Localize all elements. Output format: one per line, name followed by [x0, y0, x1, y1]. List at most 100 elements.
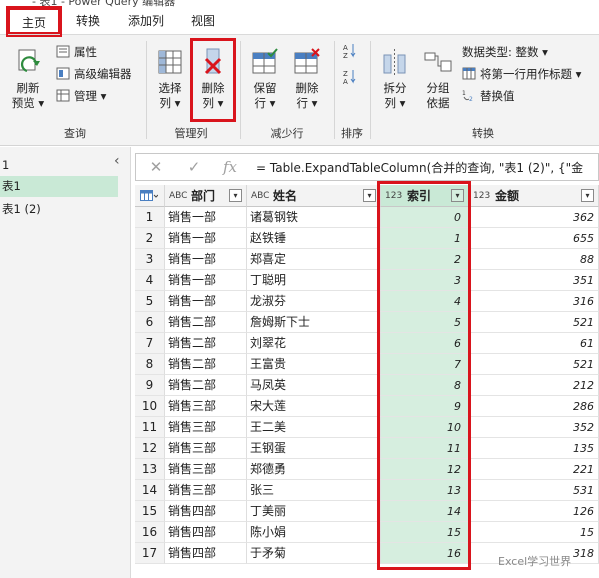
filter-dropdown-icon[interactable]: ▾ — [581, 189, 594, 202]
table-row[interactable]: 3 销售一部 郑喜定 2 88 — [135, 249, 599, 270]
table-row[interactable]: 10 销售三部 宋大莲 9 286 — [135, 396, 599, 417]
cell-name[interactable]: 张三 — [247, 480, 381, 501]
choose-columns-button[interactable]: 选择 列 ▾ — [152, 47, 188, 111]
sort-descending-button[interactable]: ZA — [343, 69, 361, 87]
cell-amount[interactable]: 88 — [469, 249, 599, 270]
cell-department[interactable]: 销售一部 — [165, 228, 247, 249]
row-number[interactable]: 14 — [135, 480, 165, 501]
table-row[interactable]: 16 销售四部 陈小娟 15 15 — [135, 522, 599, 543]
data-type-dropdown[interactable]: 数据类型: 整数 ▾ — [462, 44, 548, 60]
cell-name[interactable]: 郑德勇 — [247, 459, 381, 480]
cell-amount[interactable]: 531 — [469, 480, 599, 501]
tab-transform[interactable]: 转换 — [68, 8, 108, 34]
cell-amount[interactable]: 212 — [469, 375, 599, 396]
row-number[interactable]: 9 — [135, 375, 165, 396]
cell-name[interactable]: 詹姆斯下士 — [247, 312, 381, 333]
replace-values-button[interactable]: 12 替换值 — [462, 88, 515, 104]
cell-name[interactable]: 王二美 — [247, 417, 381, 438]
cell-amount[interactable]: 15 — [469, 522, 599, 543]
cell-amount[interactable]: 521 — [469, 312, 599, 333]
fx-icon[interactable]: fx — [218, 157, 242, 177]
properties-button[interactable]: 属性 — [56, 44, 97, 60]
cell-name[interactable]: 刘翠花 — [247, 333, 381, 354]
sort-ascending-button[interactable]: AZ — [343, 43, 361, 61]
cell-department[interactable]: 销售二部 — [165, 333, 247, 354]
column-header-name[interactable]: ABC 姓名 ▾ — [247, 185, 381, 207]
cell-name[interactable]: 宋大莲 — [247, 396, 381, 417]
cell-department[interactable]: 销售四部 — [165, 522, 247, 543]
cell-department[interactable]: 销售一部 — [165, 249, 247, 270]
cell-amount[interactable]: 126 — [469, 501, 599, 522]
cell-amount[interactable]: 351 — [469, 270, 599, 291]
row-number[interactable]: 5 — [135, 291, 165, 312]
advanced-editor-button[interactable]: 高级编辑器 — [56, 66, 132, 82]
row-number[interactable]: 12 — [135, 438, 165, 459]
cell-name[interactable]: 诸葛钢铁 — [247, 207, 381, 228]
cell-amount[interactable]: 521 — [469, 354, 599, 375]
table-row[interactable]: 9 销售二部 马凤英 8 212 — [135, 375, 599, 396]
table-row[interactable]: 8 销售二部 王富贵 7 521 — [135, 354, 599, 375]
cell-department[interactable]: 销售三部 — [165, 459, 247, 480]
cell-amount[interactable]: 221 — [469, 459, 599, 480]
table-row[interactable]: 4 销售一部 丁聪明 3 351 — [135, 270, 599, 291]
cell-amount[interactable]: 655 — [469, 228, 599, 249]
tab-view[interactable]: 视图 — [183, 8, 223, 34]
cell-name[interactable]: 丁美丽 — [247, 501, 381, 522]
row-number[interactable]: 13 — [135, 459, 165, 480]
cell-amount[interactable]: 352 — [469, 417, 599, 438]
row-number[interactable]: 10 — [135, 396, 165, 417]
table-row[interactable]: 7 销售二部 刘翠花 6 61 — [135, 333, 599, 354]
table-row[interactable]: 6 销售二部 詹姆斯下士 5 521 — [135, 312, 599, 333]
keep-rows-button[interactable]: 保留 行 ▾ — [247, 47, 283, 111]
refresh-preview-button[interactable]: 刷新 预览 ▾ — [8, 47, 48, 111]
table-row[interactable]: 2 销售一部 赵铁锤 1 655 — [135, 228, 599, 249]
confirm-formula-icon[interactable]: ✓ — [182, 157, 206, 177]
cancel-formula-icon[interactable]: ✕ — [144, 157, 168, 177]
cell-department[interactable]: 销售一部 — [165, 270, 247, 291]
table-row[interactable]: 5 销售一部 龙淑芬 4 316 — [135, 291, 599, 312]
row-number[interactable]: 6 — [135, 312, 165, 333]
cell-department[interactable]: 销售三部 — [165, 417, 247, 438]
cell-amount[interactable]: 135 — [469, 438, 599, 459]
cell-department[interactable]: 销售三部 — [165, 396, 247, 417]
cell-name[interactable]: 王富贵 — [247, 354, 381, 375]
cell-department[interactable]: 销售四部 — [165, 543, 247, 564]
cell-department[interactable]: 销售二部 — [165, 312, 247, 333]
row-number[interactable]: 16 — [135, 522, 165, 543]
group-by-button[interactable]: 分组 依据 — [420, 47, 456, 111]
row-number[interactable]: 17 — [135, 543, 165, 564]
table-row[interactable]: 13 销售三部 郑德勇 12 221 — [135, 459, 599, 480]
cell-name[interactable]: 马凤英 — [247, 375, 381, 396]
row-number[interactable]: 4 — [135, 270, 165, 291]
cell-name[interactable]: 丁聪明 — [247, 270, 381, 291]
formula-expression[interactable]: = Table.ExpandTableColumn(合并的查询, "表1 (2)… — [256, 159, 583, 176]
row-number[interactable]: 2 — [135, 228, 165, 249]
table-row[interactable]: 1 销售一部 诸葛钢铁 0 362 — [135, 207, 599, 228]
query-item[interactable]: 表1 (2) — [0, 199, 118, 220]
filter-dropdown-icon[interactable]: ▾ — [229, 189, 242, 202]
remove-rows-button[interactable]: 删除 行 ▾ — [289, 47, 325, 111]
row-number[interactable]: 11 — [135, 417, 165, 438]
table-row[interactable]: 11 销售三部 王二美 10 352 — [135, 417, 599, 438]
cell-department[interactable]: 销售三部 — [165, 480, 247, 501]
query-item-selected[interactable]: 表1 — [0, 176, 118, 197]
cell-name[interactable]: 王钢蛋 — [247, 438, 381, 459]
table-row[interactable]: 15 销售四部 丁美丽 14 126 — [135, 501, 599, 522]
split-column-button[interactable]: 拆分 列 ▾ — [377, 47, 413, 111]
cell-amount[interactable]: 61 — [469, 333, 599, 354]
manage-button[interactable]: 管理 ▾ — [56, 88, 106, 104]
cell-department[interactable]: 销售一部 — [165, 207, 247, 228]
tab-add-column[interactable]: 添加列 — [120, 8, 172, 34]
cell-department[interactable]: 销售三部 — [165, 438, 247, 459]
cell-department[interactable]: 销售一部 — [165, 291, 247, 312]
query-item[interactable]: 1 — [0, 155, 118, 176]
table-menu-button[interactable] — [135, 185, 165, 207]
column-header-department[interactable]: ABC 部门 ▾ — [165, 185, 247, 207]
cell-name[interactable]: 龙淑芬 — [247, 291, 381, 312]
cell-department[interactable]: 销售二部 — [165, 375, 247, 396]
row-number[interactable]: 15 — [135, 501, 165, 522]
cell-amount[interactable]: 286 — [469, 396, 599, 417]
cell-department[interactable]: 销售二部 — [165, 354, 247, 375]
cell-amount[interactable]: 362 — [469, 207, 599, 228]
row-number[interactable]: 7 — [135, 333, 165, 354]
